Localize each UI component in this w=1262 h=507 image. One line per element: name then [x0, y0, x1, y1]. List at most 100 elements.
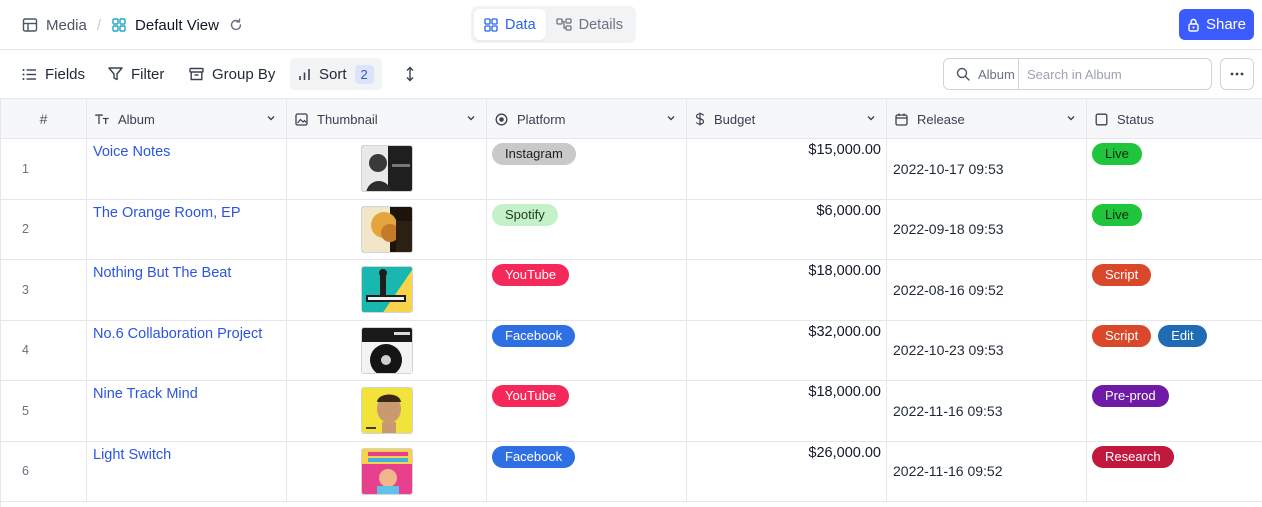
chevron-down-icon: [467, 116, 475, 121]
search-scope-selector[interactable]: Album: [944, 59, 1019, 89]
row-number: 3: [1, 260, 87, 320]
table-row[interactable]: 2 The Orange Room, EP Spotify $6,000.00 …: [1, 199, 1262, 260]
more-options-button[interactable]: [1220, 58, 1254, 90]
budget-cell[interactable]: $18,000.00: [687, 260, 887, 320]
table-row[interactable]: 5 Nine Track Mind YouTube $18,000.00 202…: [1, 381, 1262, 442]
status-tag[interactable]: Script: [1092, 264, 1152, 286]
platform-tag[interactable]: Facebook: [492, 324, 576, 347]
album-cell[interactable]: Light Switch: [87, 441, 287, 501]
column-header-status[interactable]: Status: [1087, 99, 1262, 139]
album-link[interactable]: Nine Track Mind: [93, 386, 198, 402]
album-link[interactable]: Nothing But The Beat: [93, 265, 231, 281]
budget-cell[interactable]: $26,000.00: [687, 441, 887, 501]
table-row[interactable]: 4 No.6 Collaboration Project Facebook $3…: [1, 320, 1262, 381]
status-cell[interactable]: Live: [1087, 139, 1262, 199]
table-row[interactable]: 3 Nothing But The Beat YouTube $18,000.0…: [1, 260, 1262, 321]
platform-cell[interactable]: Instagram: [487, 139, 687, 199]
table-row[interactable]: 1 Voice Notes Instagram $15,000.00 2022-…: [1, 139, 1262, 200]
release-cell[interactable]: 2022-11-16 09:53: [887, 381, 1087, 441]
platform-tag[interactable]: YouTube: [492, 385, 570, 407]
thumbnail-cell[interactable]: [287, 199, 487, 259]
dollar-icon: [695, 112, 705, 126]
platform-tag[interactable]: Facebook: [492, 445, 576, 468]
budget-cell[interactable]: $32,000.00: [687, 320, 887, 380]
album-cell[interactable]: Nine Track Mind: [87, 381, 287, 441]
thumbnail-cell[interactable]: [287, 441, 487, 501]
album-cell[interactable]: No.6 Collaboration Project: [87, 320, 287, 380]
thumbnail-nine-track-mind[interactable]: [360, 387, 413, 435]
release-cell[interactable]: 2022-09-18 09:53: [887, 199, 1087, 259]
thumbnail-cell[interactable]: [287, 139, 487, 199]
chevron-down-icon: [867, 116, 875, 121]
column-header-release[interactable]: Release: [887, 99, 1087, 139]
breadcrumb-media[interactable]: Media: [22, 17, 87, 34]
platform-cell[interactable]: YouTube: [487, 381, 687, 441]
album-link[interactable]: The Orange Room, EP: [93, 205, 241, 221]
share-button[interactable]: Share: [1179, 9, 1254, 40]
budget-cell[interactable]: $18,000.00: [687, 381, 887, 441]
album-link[interactable]: Voice Notes: [93, 144, 170, 160]
column-header-status-label: Status: [1117, 111, 1154, 127]
album-link[interactable]: Light Switch: [93, 447, 171, 463]
grid-view-icon: [112, 18, 126, 32]
platform-tag[interactable]: YouTube: [492, 264, 570, 286]
row-height-button[interactable]: [404, 58, 424, 90]
thumbnail-cell[interactable]: [287, 260, 487, 320]
budget-cell[interactable]: $15,000.00: [687, 139, 887, 199]
top-bar: Media / Default View Data Details Share: [0, 0, 1262, 50]
thumbnail-cell[interactable]: [287, 381, 487, 441]
filter-label: Filter: [131, 65, 165, 83]
platform-cell[interactable]: Facebook: [487, 320, 687, 380]
breadcrumb-view[interactable]: Default View: [111, 17, 219, 34]
status-tag[interactable]: Pre-prod: [1092, 385, 1169, 407]
column-header-platform[interactable]: Platform: [487, 99, 687, 139]
reload-icon[interactable]: [229, 18, 243, 32]
column-header-number[interactable]: #: [1, 99, 87, 139]
row-number: 4: [1, 320, 87, 380]
budget-cell[interactable]: $6,000.00: [687, 199, 887, 259]
platform-cell[interactable]: YouTube: [487, 260, 687, 320]
filter-button[interactable]: Filter: [108, 58, 164, 90]
status-tag[interactable]: Research: [1092, 445, 1174, 468]
thumbnail-cell[interactable]: [287, 320, 487, 380]
group-by-button[interactable]: Group By: [189, 58, 275, 90]
table-row[interactable]: 6 Light Switch Facebook $26,000.00 2022-…: [1, 441, 1262, 502]
sort-button[interactable]: Sort 2: [290, 58, 382, 90]
release-cell[interactable]: 2022-10-23 09:53: [887, 320, 1087, 380]
column-header-budget[interactable]: Budget: [687, 99, 887, 139]
search-input[interactable]: [1019, 59, 1211, 89]
tab-data[interactable]: Data: [474, 9, 546, 40]
grid-header: # Album Thumbnail Platform Budget Releas…: [1, 99, 1262, 139]
thumbnail-nothing-but-the-beat[interactable]: [360, 266, 413, 314]
thumbnail-no6-collaboration[interactable]: [360, 326, 413, 374]
album-cell[interactable]: Nothing But The Beat: [87, 260, 287, 320]
group-by-label: Group By: [212, 65, 276, 83]
platform-cell[interactable]: Facebook: [487, 441, 687, 501]
album-cell[interactable]: Voice Notes: [87, 139, 287, 199]
status-cell[interactable]: Pre-prod: [1087, 381, 1262, 441]
platform-cell[interactable]: Spotify: [487, 199, 687, 259]
platform-tag[interactable]: Instagram: [492, 143, 576, 165]
status-cell[interactable]: Research: [1087, 442, 1262, 502]
status-tag[interactable]: Script: [1092, 324, 1152, 347]
column-header-budget-label: Budget: [714, 111, 756, 127]
thumbnail-orange-room[interactable]: [360, 205, 413, 253]
column-header-album[interactable]: Album: [87, 99, 287, 139]
status-cell[interactable]: Script Edit: [1087, 321, 1262, 381]
tab-details[interactable]: Details: [546, 9, 633, 40]
release-cell[interactable]: 2022-11-16 09:52: [887, 441, 1087, 501]
thumbnail-voice-notes[interactable]: [360, 145, 413, 193]
album-link[interactable]: No.6 Collaboration Project: [93, 326, 262, 342]
release-cell[interactable]: 2022-10-17 09:53: [887, 139, 1087, 199]
release-cell[interactable]: 2022-08-16 09:52: [887, 260, 1087, 320]
platform-tag[interactable]: Spotify: [492, 203, 558, 226]
thumbnail-light-switch[interactable]: [360, 447, 413, 495]
status-cell[interactable]: Script: [1087, 260, 1262, 320]
album-cell[interactable]: The Orange Room, EP: [87, 199, 287, 259]
status-cell[interactable]: Live: [1087, 200, 1262, 260]
fields-button[interactable]: Fields: [22, 58, 85, 90]
status-tag[interactable]: Live: [1092, 143, 1142, 165]
status-tag[interactable]: Edit: [1158, 324, 1207, 347]
status-tag[interactable]: Live: [1092, 203, 1142, 226]
column-header-thumbnail[interactable]: Thumbnail: [287, 99, 487, 139]
